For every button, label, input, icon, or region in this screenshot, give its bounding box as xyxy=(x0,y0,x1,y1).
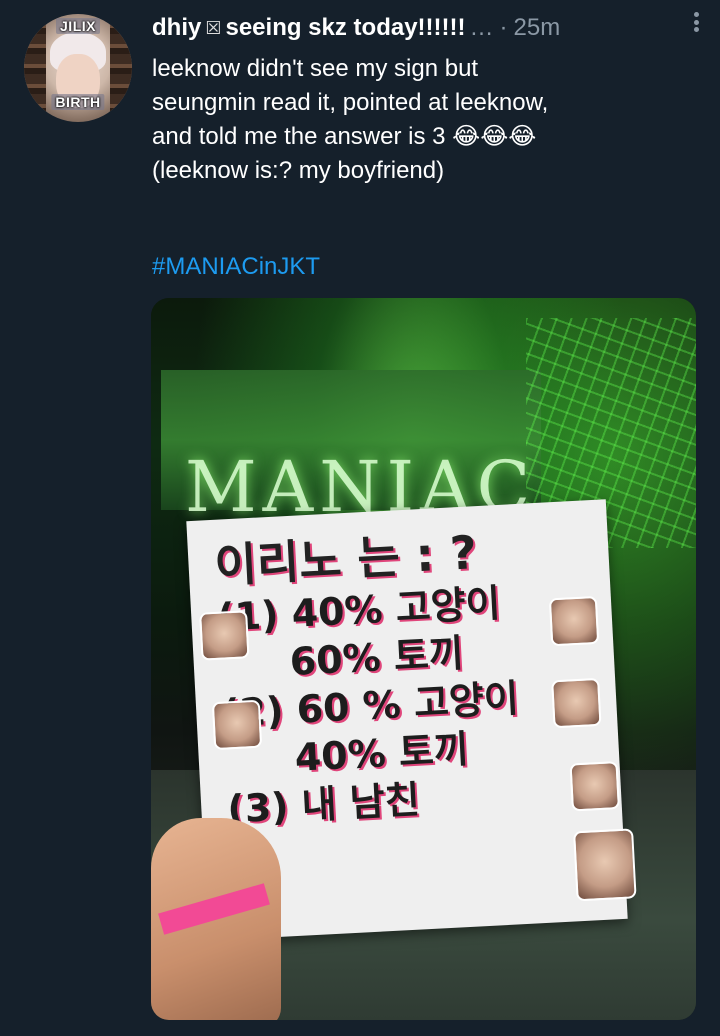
tweet-timestamp[interactable]: 25m xyxy=(514,14,561,42)
sign-text: 이리노 는 : ? (1) 40% 고양이 60% 토끼 (2) 60 % 고양… xyxy=(213,522,525,833)
bookshelf-right xyxy=(110,14,132,122)
face-sticker xyxy=(199,610,250,661)
display-name[interactable]: dhiy xyxy=(152,14,201,42)
avatar-bottom-text: BIRTH xyxy=(51,94,105,110)
face-sticker xyxy=(548,595,600,647)
display-name-suffix[interactable]: seeing skz today!!!!!! xyxy=(225,14,465,42)
tweet-line-1: leeknow didn't see my sign but xyxy=(152,55,479,82)
tweet-line-4: (leeknow is:? my boyfriend) xyxy=(152,157,445,184)
more-vertical-icon[interactable] xyxy=(686,8,706,36)
separator-dot: · xyxy=(499,14,508,41)
face-sticker xyxy=(573,828,637,902)
tweet-media-photo[interactable]: MANIAC 이리노 는 : ? (1) 40% 고양이 60% 토끼 (2) … xyxy=(151,298,696,1020)
tweet-line-3-wrap: and told me the answer is 3 😂😂😂 xyxy=(152,120,692,154)
tweet-line-3: and told me the answer is 3 xyxy=(152,123,446,150)
name-truncation-ellipsis: … xyxy=(469,14,494,41)
cat-photo-sticker xyxy=(569,761,620,812)
tweet-header: dhiy ☒ seeing skz today!!!!!! … · 25m xyxy=(152,12,700,44)
bookshelf-left xyxy=(24,14,46,122)
face-sticker xyxy=(551,677,602,729)
avatar-top-text: JILIX xyxy=(56,18,100,34)
tweet-body: leeknow didn't see my sign but seungmin … xyxy=(152,52,692,188)
name-emoji-icon: ☒ xyxy=(205,17,222,38)
profile-avatar[interactable]: JILIX BIRTH xyxy=(24,14,132,122)
tears-of-joy-emoji-icon: 😂😂😂 xyxy=(452,123,537,150)
tweet-line-2: seungmin read it, pointed at leeknow, xyxy=(152,89,549,116)
hashtag-link[interactable]: #MANIACinJKT xyxy=(152,250,320,284)
face-sticker xyxy=(211,699,263,751)
